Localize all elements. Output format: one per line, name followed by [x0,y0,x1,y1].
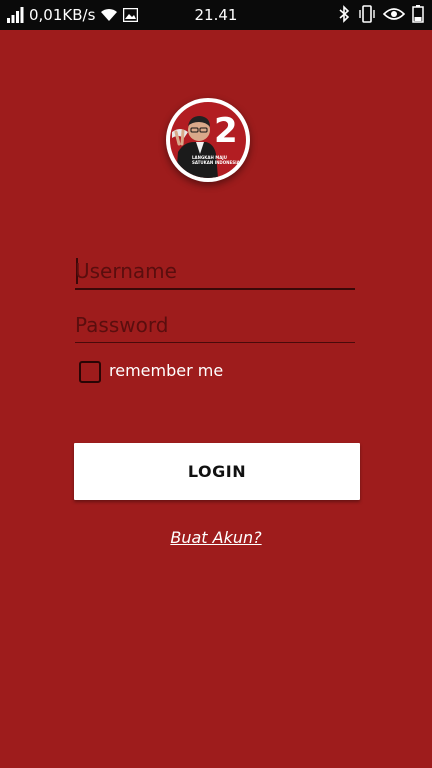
logo-badge: 2 LANGKAH MAJU SATUKAN INDONESIA [170,102,246,178]
battery-icon [412,5,424,23]
login-button[interactable]: LOGIN [74,443,360,500]
create-account-link[interactable]: Buat Akun? [0,528,432,547]
vibrate-icon [358,5,376,23]
status-bar: 0,01KB/s 21.41 [0,0,432,30]
eye-icon [383,7,405,21]
username-input[interactable] [75,254,355,290]
bluetooth-icon [337,5,351,23]
logo-number: 2 [214,111,238,151]
password-input[interactable] [75,308,355,343]
app-logo: 2 LANGKAH MAJU SATUKAN INDONESIA [166,98,250,182]
logo-caption: LANGKAH MAJU SATUKAN INDONESIA [192,155,240,165]
remember-me-label[interactable]: remember me [109,361,223,380]
remember-me-checkbox[interactable] [79,361,101,383]
status-right [337,5,424,23]
